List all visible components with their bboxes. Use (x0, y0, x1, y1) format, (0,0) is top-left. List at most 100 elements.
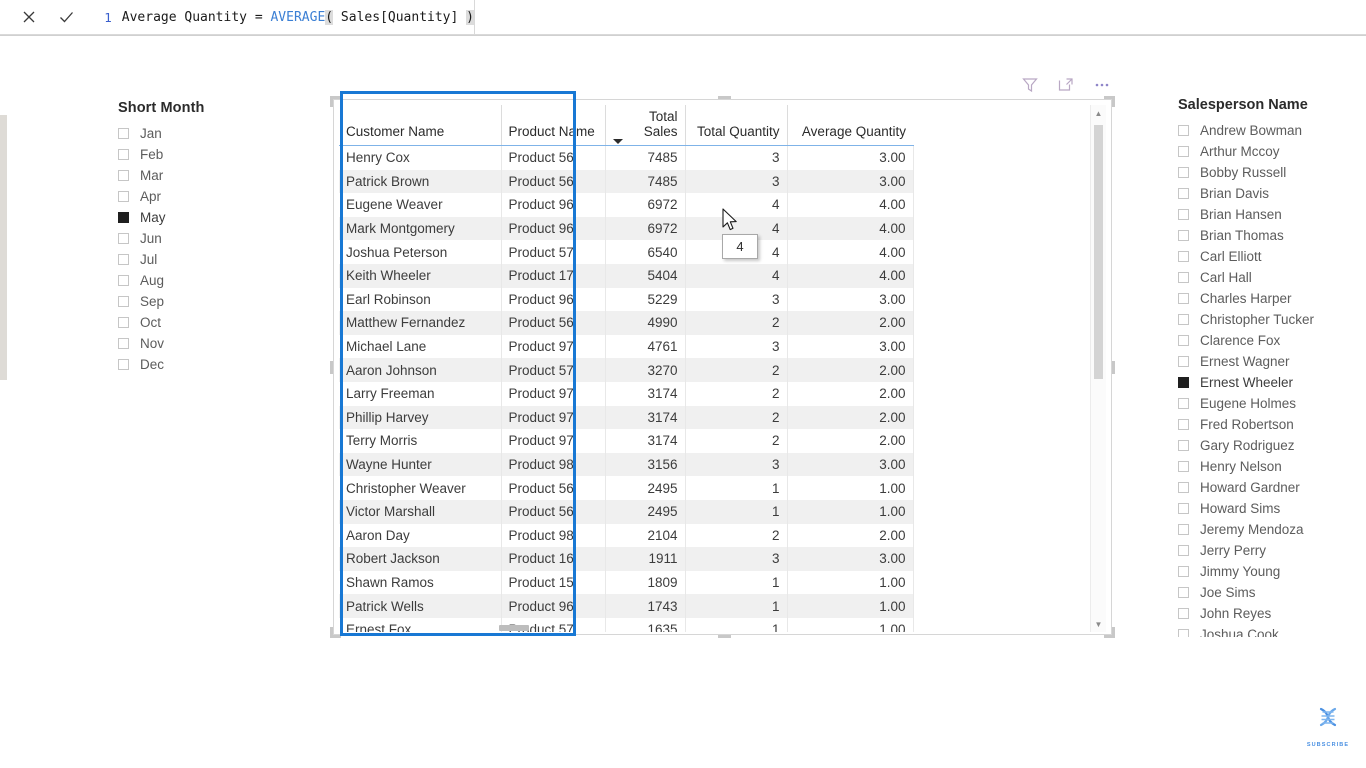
cell-product-name[interactable]: Product 56 (501, 169, 606, 194)
table-row[interactable]: Keith Wheeler Product 17 5404 4 4.00 (339, 263, 914, 288)
subscribe-badge[interactable]: SUBSCRIBE (1300, 706, 1356, 748)
cell-total-quantity[interactable]: 4 (685, 193, 788, 217)
cell-customer-name[interactable]: Patrick Wells (339, 594, 502, 618)
cell-product-name[interactable]: Product 57 (501, 358, 606, 382)
cell-average-quantity[interactable]: 1.00 (787, 476, 914, 500)
cell-customer-name[interactable]: Earl Robinson (339, 287, 502, 312)
cell-customer-name[interactable]: Patrick Brown (339, 169, 502, 194)
cell-product-name[interactable]: Product 57 (501, 240, 606, 264)
slicer-item-month-jun[interactable]: Jun (118, 228, 248, 249)
check-icon[interactable] (56, 6, 78, 28)
scroll-up-icon[interactable]: ▲ (1091, 105, 1106, 121)
cell-product-name[interactable]: Product 15 (501, 570, 606, 595)
table-row[interactable]: Phillip Harvey Product 97 3174 2 2.00 (339, 405, 914, 430)
cell-total-sales[interactable]: 3270 (605, 358, 686, 382)
slicer-item-salesperson-carl-hall[interactable]: Carl Hall (1178, 267, 1360, 288)
checkbox-icon[interactable] (1178, 587, 1189, 598)
checkbox-icon[interactable] (118, 128, 129, 139)
cell-average-quantity[interactable]: 4.00 (787, 263, 914, 288)
checkbox-icon[interactable] (1178, 377, 1189, 388)
cell-product-name[interactable]: Product 97 (501, 381, 606, 406)
slicer-item-salesperson-brian-davis[interactable]: Brian Davis (1178, 183, 1360, 204)
slicer-item-salesperson-john-reyes[interactable]: John Reyes (1178, 603, 1360, 624)
cell-average-quantity[interactable]: 4.00 (787, 240, 914, 264)
checkbox-icon[interactable] (1178, 461, 1189, 472)
slicer-item-salesperson-ernest-wagner[interactable]: Ernest Wagner (1178, 351, 1360, 372)
slicer-item-month-mar[interactable]: Mar (118, 165, 248, 186)
table-row[interactable]: Joshua Peterson Product 57 6540 4 4.00 (339, 240, 914, 264)
checkbox-icon[interactable] (1178, 293, 1189, 304)
cell-total-sales[interactable]: 3174 (605, 381, 686, 406)
cell-total-quantity[interactable]: 1 (685, 476, 788, 500)
cell-average-quantity[interactable]: 2.00 (787, 523, 914, 548)
cell-product-name[interactable]: Product 16 (501, 547, 606, 571)
slicer-item-salesperson-carl-elliott[interactable]: Carl Elliott (1178, 246, 1360, 267)
slicer-item-salesperson-arthur-mccoy[interactable]: Arthur Mccoy (1178, 141, 1360, 162)
checkbox-icon[interactable] (118, 212, 129, 223)
checkbox-icon[interactable] (1178, 251, 1189, 262)
checkbox-icon[interactable] (1178, 146, 1189, 157)
cell-average-quantity[interactable]: 3.00 (787, 334, 914, 359)
slicer-item-month-dec[interactable]: Dec (118, 354, 248, 375)
cell-product-name[interactable]: Product 17 (501, 263, 606, 288)
checkbox-icon[interactable] (118, 296, 129, 307)
checkbox-icon[interactable] (118, 338, 129, 349)
cell-product-name[interactable]: Product 96 (501, 193, 606, 217)
cell-average-quantity[interactable]: 4.00 (787, 193, 914, 217)
cell-product-name[interactable]: Product 56 (501, 145, 606, 170)
slicer-item-salesperson-brian-hansen[interactable]: Brian Hansen (1178, 204, 1360, 225)
cell-customer-name[interactable]: Robert Jackson (339, 547, 502, 571)
slicer-item-salesperson-fred-robertson[interactable]: Fred Robertson (1178, 414, 1360, 435)
cell-total-quantity[interactable]: 2 (685, 523, 788, 548)
cell-customer-name[interactable]: Terry Morris (339, 429, 502, 453)
cell-total-sales[interactable]: 4990 (605, 311, 686, 335)
cell-customer-name[interactable]: Larry Freeman (339, 381, 502, 406)
cell-total-quantity[interactable]: 3 (685, 169, 788, 194)
checkbox-icon[interactable] (1178, 209, 1189, 220)
cell-total-sales[interactable]: 3174 (605, 405, 686, 430)
checkbox-icon[interactable] (1178, 167, 1189, 178)
cell-total-sales[interactable]: 5404 (605, 263, 686, 288)
cell-total-quantity[interactable]: 1 (685, 570, 788, 595)
cell-customer-name[interactable]: Christopher Weaver (339, 476, 502, 500)
cell-product-name[interactable]: Product 56 (501, 476, 606, 500)
column-header-customer-name[interactable]: Customer Name (339, 105, 502, 146)
table-row[interactable]: Mark Montgomery Product 96 6972 4 4.00 (339, 216, 914, 241)
column-header-total-quantity[interactable]: Total Quantity (685, 105, 788, 146)
checkbox-icon[interactable] (1178, 188, 1189, 199)
checkbox-icon[interactable] (1178, 230, 1189, 241)
cell-total-sales[interactable]: 1743 (605, 594, 686, 618)
cell-customer-name[interactable]: Michael Lane (339, 334, 502, 359)
cell-total-sales[interactable]: 7485 (605, 145, 686, 170)
checkbox-icon[interactable] (118, 170, 129, 181)
table-row[interactable]: Robert Jackson Product 16 1911 3 3.00 (339, 547, 914, 571)
cell-total-sales[interactable]: 1911 (605, 547, 686, 571)
slicer-item-salesperson-bobby-russell[interactable]: Bobby Russell (1178, 162, 1360, 183)
slicer-item-month-may[interactable]: May (118, 207, 248, 228)
cell-product-name[interactable]: Product 96 (501, 594, 606, 618)
slicer-item-salesperson-jimmy-young[interactable]: Jimmy Young (1178, 561, 1360, 582)
cell-total-quantity[interactable]: 4 (685, 263, 788, 288)
cell-customer-name[interactable]: Victor Marshall (339, 499, 502, 524)
cell-average-quantity[interactable]: 1.00 (787, 594, 914, 618)
cell-total-sales[interactable]: 7485 (605, 169, 686, 194)
horizontal-scrollbar[interactable] (339, 623, 1103, 632)
checkbox-icon[interactable] (118, 191, 129, 202)
cell-product-name[interactable]: Product 96 (501, 216, 606, 241)
column-header-average-quantity[interactable]: Average Quantity (787, 105, 913, 146)
checkbox-icon[interactable] (1178, 440, 1189, 451)
cell-total-quantity[interactable]: 3 (685, 547, 788, 571)
cell-customer-name[interactable]: Shawn Ramos (339, 570, 502, 595)
table-row[interactable]: Wayne Hunter Product 98 3156 3 3.00 (339, 452, 914, 477)
cell-total-quantity[interactable]: 2 (685, 311, 788, 335)
cell-average-quantity[interactable]: 2.00 (787, 358, 914, 382)
cell-average-quantity[interactable]: 3.00 (787, 169, 914, 194)
table-row[interactable]: Patrick Brown Product 56 7485 3 3.00 (339, 169, 914, 194)
checkbox-icon[interactable] (1178, 524, 1189, 535)
cell-product-name[interactable]: Product 96 (501, 287, 606, 312)
checkbox-icon[interactable] (1178, 566, 1189, 577)
slicer-item-salesperson-christopher-tucker[interactable]: Christopher Tucker (1178, 309, 1360, 330)
cell-product-name[interactable]: Product 56 (501, 311, 606, 335)
slicer-item-salesperson-henry-nelson[interactable]: Henry Nelson (1178, 456, 1360, 477)
cell-total-quantity[interactable]: 2 (685, 358, 788, 382)
